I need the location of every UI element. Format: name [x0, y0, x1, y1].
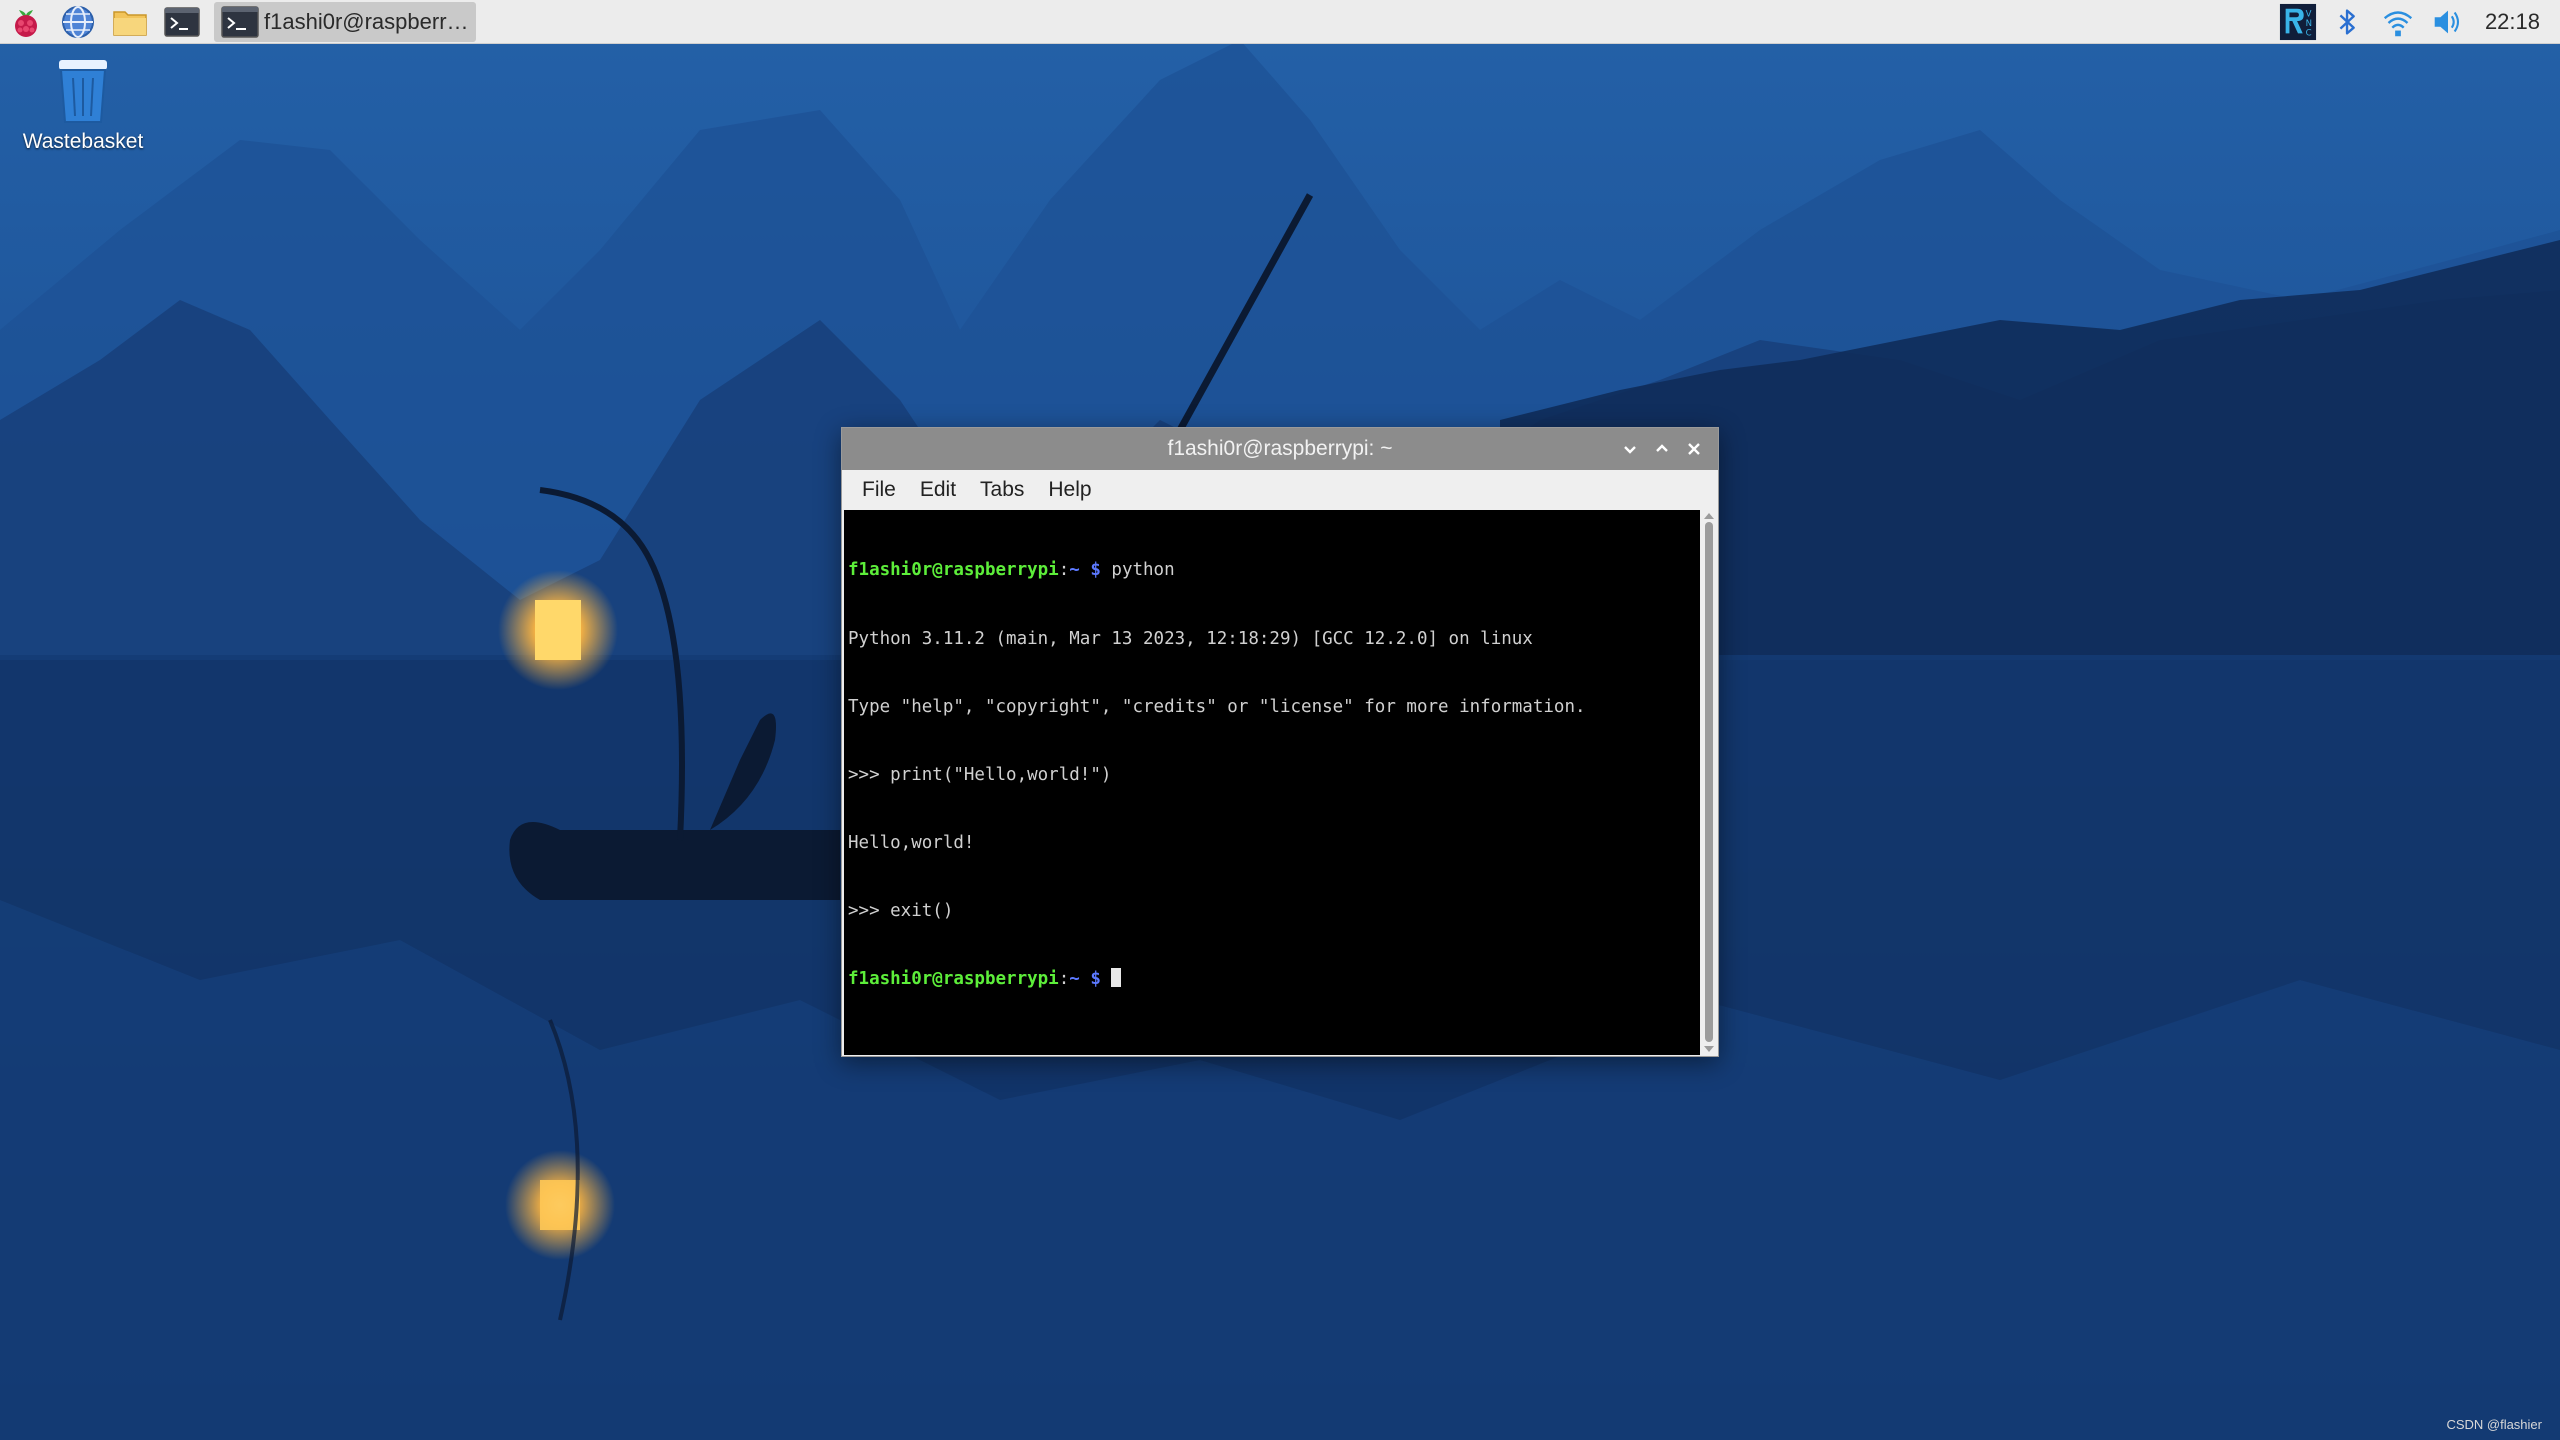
terminal-icon: [221, 5, 259, 38]
terminal-output[interactable]: f1ashi0r@raspberrypi:~ $ python Python 3…: [844, 510, 1700, 1055]
maximize-button[interactable]: [1646, 433, 1678, 465]
desktop-icon-label: Wastebasket: [22, 130, 144, 153]
bluetooth-icon: [2339, 9, 2355, 35]
terminal-line: f1ashi0r@raspberrypi:~ $: [848, 967, 1700, 991]
scroll-down-icon[interactable]: [1704, 1045, 1714, 1053]
terminal-line: f1ashi0r@raspberrypi:~ $ python: [848, 559, 1700, 582]
window-titlebar[interactable]: f1ashi0r@raspberrypi: ~: [842, 428, 1718, 470]
menu-edit[interactable]: Edit: [908, 478, 968, 502]
watermark: CSDN @flashier: [2446, 1417, 2542, 1432]
prompt-user: f1ashi0r@raspberrypi: [848, 560, 1059, 581]
bluetooth-button[interactable]: [2323, 0, 2373, 44]
chevron-up-icon: [1656, 444, 1668, 452]
terminal-icon: [164, 6, 200, 37]
scrollbar[interactable]: [1702, 510, 1716, 1055]
prompt-path: ~ $: [1069, 560, 1101, 581]
terminal-line: Hello,world!: [848, 832, 975, 853]
volume-icon: [2434, 10, 2459, 34]
scroll-thumb[interactable]: [1705, 522, 1713, 1042]
terminal-window: f1ashi0r@raspberrypi: ~ File Edit Tabs H…: [841, 427, 1719, 1057]
svg-text:V: V: [2306, 9, 2312, 19]
terminal-line: >>> exit(): [848, 900, 954, 921]
taskbar-window-button[interactable]: f1ashi0r@raspberryp...: [214, 1, 476, 42]
prompt-path: ~ $: [1069, 968, 1101, 989]
globe-icon: [62, 5, 94, 38]
prompt-user: f1ashi0r@raspberrypi: [848, 968, 1059, 989]
raspberry-icon: [15, 9, 37, 37]
close-button[interactable]: [1678, 433, 1710, 465]
prompt-colon: :: [1058, 968, 1070, 989]
menu-help[interactable]: Help: [1036, 478, 1103, 502]
scroll-up-icon[interactable]: [1704, 512, 1714, 520]
svg-text:N: N: [2306, 19, 2312, 29]
text-cursor: [1111, 967, 1122, 987]
folder-icon: [113, 10, 147, 36]
close-icon: [1688, 443, 1700, 455]
taskbar-window-label: f1ashi0r@raspberryp...: [264, 8, 470, 34]
desktop-icon-wastebasket[interactable]: Wastebasket: [12, 56, 154, 154]
menu-bar: File Edit Tabs Help: [842, 470, 1718, 510]
clock[interactable]: 22:18: [2473, 9, 2560, 35]
web-browser-button[interactable]: [52, 0, 104, 44]
vnc-icon: V N C: [2279, 3, 2316, 41]
wifi-button[interactable]: [2373, 0, 2423, 44]
raspberry-menu-button[interactable]: [0, 0, 52, 44]
prompt-colon: :: [1058, 560, 1070, 581]
window-title: f1ashi0r@raspberrypi: ~: [1167, 437, 1393, 460]
command-text: python: [1100, 560, 1175, 581]
terminal-line: Python 3.11.2 (main, Mar 13 2023, 12:18:…: [848, 628, 1533, 649]
minimize-button[interactable]: [1614, 433, 1646, 465]
system-tray: V N C 22:18: [2273, 0, 2560, 44]
taskbar: f1ashi0r@raspberryp... V N C 22:18: [0, 0, 2560, 44]
file-manager-button[interactable]: [104, 0, 156, 44]
terminal-launcher-button[interactable]: [156, 0, 208, 44]
volume-button[interactable]: [2423, 0, 2473, 44]
menu-file[interactable]: File: [850, 478, 908, 502]
svg-text:C: C: [2306, 28, 2312, 38]
chevron-down-icon: [1624, 446, 1636, 454]
terminal-line: >>> print("Hello,world!"): [848, 764, 1112, 785]
terminal-line: Type "help", "copyright", "credits" or "…: [848, 696, 1586, 717]
vnc-button[interactable]: V N C: [2273, 0, 2323, 44]
wifi-icon: [2383, 11, 2413, 37]
menu-tabs[interactable]: Tabs: [968, 478, 1036, 502]
trash-icon: [59, 60, 107, 123]
